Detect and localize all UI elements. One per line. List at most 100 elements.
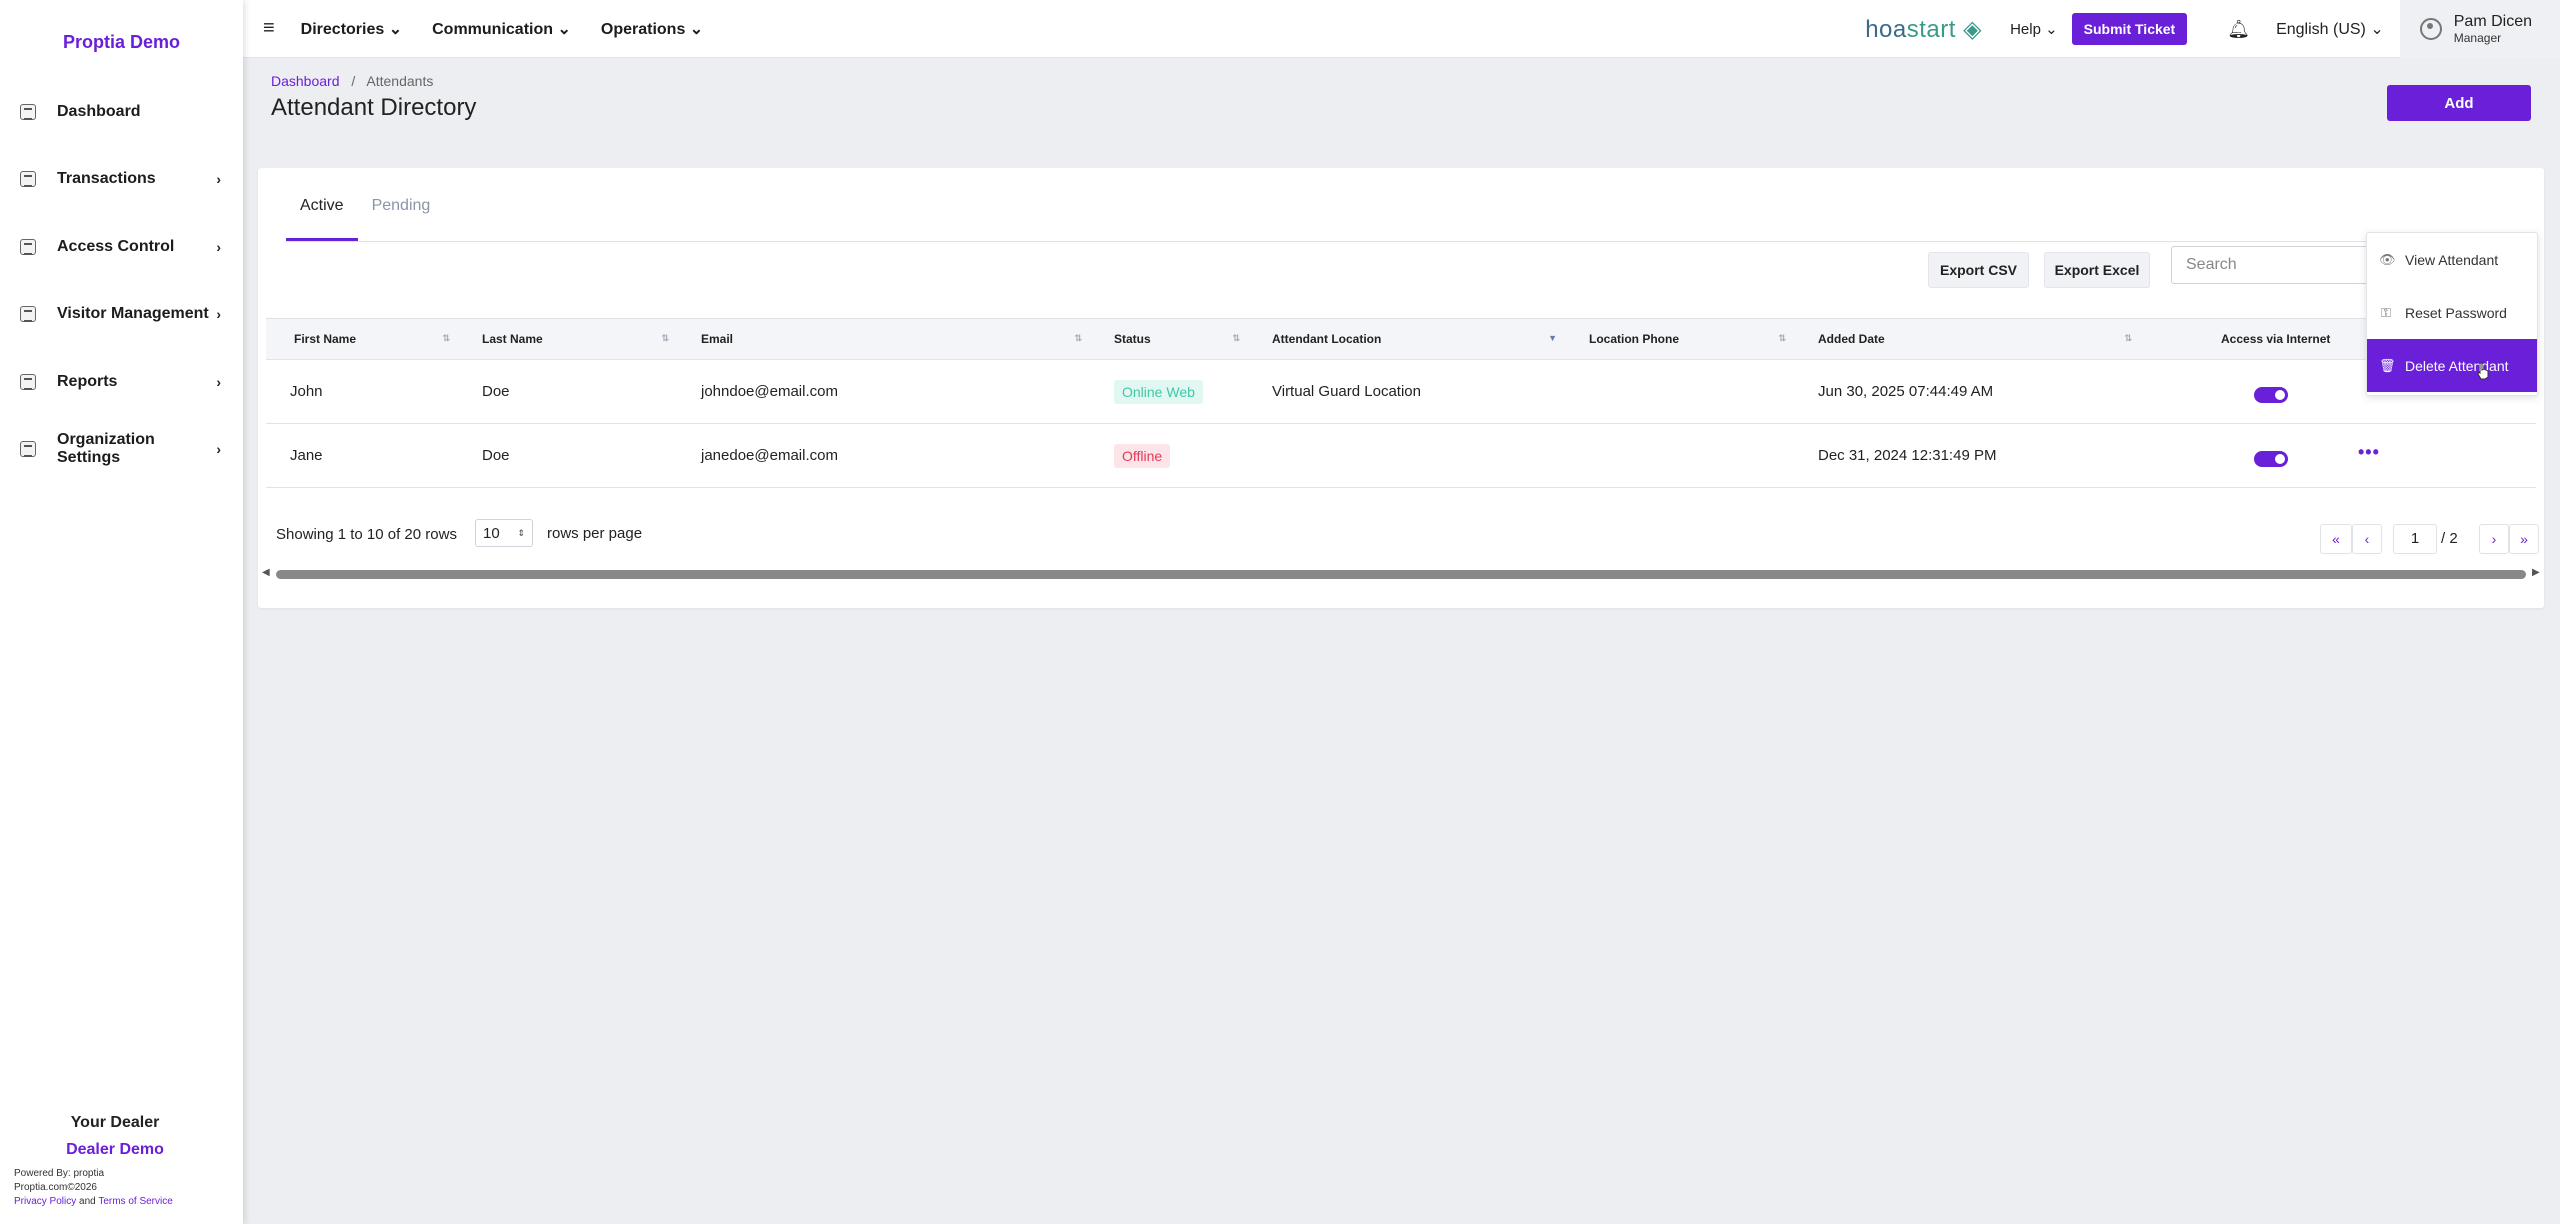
dealer-name[interactable]: Dealer Demo [0, 1141, 230, 1159]
language-selector[interactable]: English (US) ⌄ [2276, 19, 2384, 39]
breadcrumb-current: Attendants [366, 73, 434, 89]
sidebar-item-organization-settings[interactable]: Organization Settings › [0, 416, 243, 484]
cell-phone [1573, 359, 1802, 424]
submit-ticket-button[interactable]: Submit Ticket [2071, 13, 2188, 45]
header-attendant-location[interactable]: Attendant Location ▼ [1256, 318, 1573, 360]
header-last-name[interactable]: Last Name ⇅ [466, 318, 685, 360]
sidebar-item-visitor-management[interactable]: Visitor Management › [0, 281, 243, 349]
tab-active[interactable]: Active [286, 190, 358, 241]
chevron-right-icon: › [216, 306, 221, 323]
delete-attendant-label: Delete Attendant [2405, 357, 2509, 374]
brand-name[interactable]: Proptia Demo [0, 32, 243, 53]
header-email[interactable]: Email ⇅ [685, 318, 1098, 360]
trash-icon: 🗑︎ [2379, 357, 2396, 373]
chevron-right-icon: › [216, 373, 221, 390]
sidebar-item-access-control[interactable]: Access Control › [0, 213, 243, 281]
user-menu[interactable]: Pam Dicen Manager [2399, 0, 2560, 58]
menu-label: Directories [300, 20, 385, 38]
header-label: First Name [294, 332, 357, 346]
access-toggle[interactable] [2254, 450, 2288, 467]
header-label: Email [701, 332, 734, 346]
terms-of-service-link[interactable]: Terms of Service [98, 1196, 172, 1207]
scroll-right-arrow-icon[interactable]: ▶ [2532, 567, 2540, 578]
header-location-phone[interactable]: Location Phone ⇅ [1573, 318, 1802, 360]
first-page-button[interactable]: « [2320, 524, 2352, 554]
prev-page-button[interactable]: ‹ [2352, 524, 2382, 554]
logo-text-a: hoa [1865, 15, 1907, 43]
search-input[interactable]: Search [2171, 246, 2371, 284]
menu-label: Communication [432, 20, 554, 38]
footer-and: and [79, 1196, 96, 1207]
cell-first-name: Jane [266, 423, 466, 488]
header-first-name[interactable]: First Name ⇅ [266, 318, 466, 360]
sort-icon: ⇅ [1232, 333, 1240, 343]
view-attendant-item[interactable]: 👁︎ View Attendant [2367, 233, 2537, 286]
chevron-right-icon: › [216, 238, 221, 255]
access-control-icon [20, 238, 36, 255]
rows-per-page-label: rows per page [547, 525, 643, 542]
rows-per-page-value: 10 [483, 524, 500, 542]
top-bar: ≡ Directories ⌄ Communication ⌄ Operatio… [243, 0, 2560, 58]
sort-icon: ⇅ [2124, 333, 2132, 343]
cell-last-name: Doe [466, 423, 685, 488]
attendant-table: First Name ⇅ Last Name ⇅ Email ⇅ Status ⇅ At… [266, 318, 2536, 488]
delete-attendant-item[interactable]: 🗑︎ Delete Attendant [2367, 339, 2537, 392]
cell-last-name: Doe [466, 359, 685, 424]
export-excel-button[interactable]: Export Excel [2044, 252, 2150, 288]
tab-pending[interactable]: Pending [358, 190, 445, 241]
help-menu[interactable]: Help ⌄ [2010, 20, 2058, 38]
hamburger-menu-icon[interactable]: ≡ [263, 17, 275, 40]
status-badge: Offline [1114, 443, 1171, 468]
help-label: Help [2010, 21, 2041, 38]
cell-email: janedoe@email.com [685, 423, 1098, 488]
sidebar-item-dashboard[interactable]: Dashboard [0, 78, 243, 146]
rows-per-page-select[interactable]: 10 ⇕ [475, 519, 533, 547]
next-page-button[interactable]: › [2479, 524, 2509, 554]
language-label: English (US) [2276, 21, 2366, 38]
user-name: Pam Dicen [2453, 13, 2532, 30]
row-actions-icon[interactable]: ••• [2358, 442, 2380, 463]
chevron-down-icon: ⌄ [388, 20, 403, 38]
last-page-button[interactable]: » [2509, 524, 2539, 554]
access-toggle[interactable] [2254, 386, 2288, 403]
bell-icon[interactable]: 🔔︎ [2227, 19, 2250, 40]
sort-icon: ⇅ [442, 333, 450, 343]
sidebar-nav: Dashboard Transactions › Access Control … [0, 78, 243, 483]
view-attendant-label: View Attendant [2405, 251, 2499, 268]
sidebar-item-label: Reports [57, 372, 118, 390]
export-csv-button[interactable]: Export CSV [1928, 252, 2029, 288]
horizontal-scrollbar[interactable] [276, 570, 2526, 579]
menu-directories[interactable]: Directories ⌄ [301, 19, 402, 39]
cell-email: johndoe@email.com [685, 359, 1098, 424]
header-label: Last Name [482, 332, 543, 346]
sidebar-item-reports[interactable]: Reports › [0, 348, 243, 416]
user-info: Pam Dicen Manager [2454, 13, 2532, 45]
sidebar-item-transactions[interactable]: Transactions › [0, 146, 243, 214]
chevron-down-icon: ⌄ [2370, 21, 2384, 38]
chevron-right-icon: › [216, 441, 221, 458]
scroll-left-arrow-icon[interactable]: ◀ [262, 567, 270, 578]
hoastart-logo[interactable]: hoastart ◈ [1865, 15, 1982, 44]
privacy-policy-link[interactable]: Privacy Policy [14, 1196, 76, 1207]
footer-links: Privacy Policy and Terms of Service [14, 1196, 173, 1207]
reset-password-label: Reset Password [2405, 304, 2507, 321]
dealer-title: Your Dealer [70, 1114, 160, 1131]
row-actions-dropdown: 👁︎ View Attendant ⚿ Reset Password 🗑︎ De… [2366, 232, 2538, 396]
chevron-right-icon: › [216, 171, 221, 188]
select-arrows-icon: ⇕ [517, 527, 525, 538]
chevron-down-icon: ⌄ [557, 20, 571, 38]
menu-communication[interactable]: Communication ⌄ [432, 19, 571, 39]
breadcrumb-dashboard[interactable]: Dashboard [271, 73, 340, 89]
reset-password-item[interactable]: ⚿ Reset Password [2367, 286, 2537, 339]
breadcrumb-separator: / [351, 73, 356, 89]
menu-operations[interactable]: Operations ⌄ [601, 19, 703, 39]
top-right-area: hoastart ◈ Help ⌄ Submit Ticket 🔔︎ Engli… [1865, 0, 2560, 58]
chevron-down-icon: ⌄ [689, 20, 704, 38]
breadcrumb: Dashboard / Attendants [271, 73, 433, 89]
add-button[interactable]: Add [2387, 85, 2531, 121]
page-number-input[interactable]: 1 [2393, 524, 2437, 554]
powered-by: Powered By: proptia [14, 1168, 105, 1179]
hand-cursor-icon [2477, 362, 2489, 380]
header-status[interactable]: Status ⇅ [1098, 318, 1256, 360]
header-added-date[interactable]: Added Date ⇅ [1802, 318, 2148, 360]
